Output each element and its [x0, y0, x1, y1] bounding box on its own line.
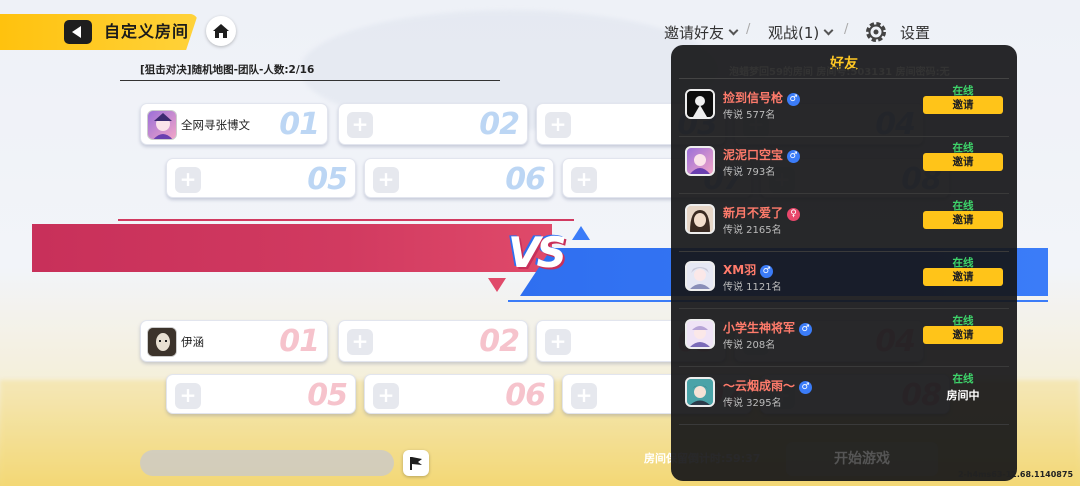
- add-icon: +: [373, 167, 399, 193]
- friend-rank: 传说 1121名: [723, 282, 782, 293]
- triangle-decoration: [488, 278, 506, 292]
- flag-button[interactable]: [403, 450, 429, 476]
- blue-slot-02[interactable]: + 02: [338, 103, 528, 145]
- home-icon: [213, 24, 229, 38]
- friend-rank: 传说 3295名: [723, 398, 782, 409]
- slot-number: 05: [307, 162, 348, 197]
- triangle-decoration: [572, 226, 590, 240]
- avatar: [685, 377, 715, 407]
- slot-number: 01: [279, 107, 320, 142]
- friend-row: 泥泥口空宝 ♂ 传说 793名 在线 邀请: [679, 137, 1009, 194]
- add-icon: +: [571, 167, 597, 193]
- friend-name: 小学生神将军 ♂: [723, 319, 813, 336]
- friend-name: 捡到信号枪 ♂: [723, 89, 801, 106]
- friend-row: XM羽 ♂ 传说 1121名 在线 邀请: [679, 252, 1009, 309]
- invite-button[interactable]: 邀请: [923, 96, 1003, 114]
- add-icon: +: [347, 112, 373, 138]
- invite-button[interactable]: 邀请: [923, 211, 1003, 229]
- in-room-status: 房间中: [946, 389, 980, 402]
- chevron-down-icon: [728, 25, 739, 35]
- male-icon: ♂: [787, 93, 801, 106]
- friend-name: ～云烟成雨～ ♂: [723, 377, 813, 394]
- add-icon: +: [545, 112, 571, 138]
- male-icon: ♂: [760, 265, 774, 278]
- flag-icon: [410, 457, 422, 470]
- friend-rank: 传说 793名: [723, 167, 776, 178]
- friend-name: 泥泥口空宝 ♂: [723, 146, 801, 163]
- red-team-band: [32, 224, 552, 272]
- male-icon: ♂: [787, 150, 801, 163]
- vs-label: VS: [508, 228, 567, 277]
- red-slot-02[interactable]: + 02: [338, 320, 528, 362]
- spectate-menu[interactable]: 观战(1): [768, 20, 834, 44]
- blue-slot-01[interactable]: 全网寻张博文 01: [140, 103, 328, 145]
- friend-name: XM羽 ♂: [723, 261, 774, 278]
- male-icon: ♂: [799, 323, 813, 336]
- room-info: [狙击对决]随机地图-团队-人数:2/16: [140, 64, 315, 76]
- blue-slot-06[interactable]: + 06: [364, 158, 554, 198]
- add-icon: +: [373, 383, 399, 409]
- avatar: [147, 327, 177, 357]
- invite-friends-label: 邀请好友: [664, 23, 725, 42]
- page-title: 自定义房间: [104, 22, 190, 41]
- slot-number: 05: [307, 378, 348, 413]
- blue-slot-05[interactable]: + 05: [166, 158, 356, 198]
- friend-row: 新月不爱了 ♀ 传说 2165名 在线 邀请: [679, 195, 1009, 252]
- divider: /: [844, 22, 849, 37]
- gear-icon: [866, 22, 886, 42]
- friend-name: 新月不爱了 ♀: [723, 204, 801, 221]
- friend-row: 捡到信号枪 ♂ 传说 577名 在线 邀请: [679, 80, 1009, 137]
- avatar: [685, 261, 715, 291]
- red-slot-05[interactable]: + 05: [166, 374, 356, 414]
- online-status: 在线: [952, 373, 974, 385]
- red-slot-01[interactable]: 伊涵 01: [140, 320, 328, 362]
- settings-label[interactable]: 设置: [900, 20, 930, 44]
- back-button[interactable]: [64, 20, 92, 44]
- divider: [120, 80, 500, 81]
- friend-rank: 传说 208名: [723, 340, 776, 351]
- divider: /: [746, 22, 751, 37]
- add-icon: +: [545, 329, 571, 355]
- slot-number: 06: [505, 162, 546, 197]
- slot-number: 01: [279, 324, 320, 359]
- add-icon: +: [571, 383, 597, 409]
- friend-rank: 传说 577名: [723, 110, 776, 121]
- female-icon: ♀: [787, 208, 801, 221]
- add-icon: +: [347, 329, 373, 355]
- team-divider: [118, 219, 574, 221]
- add-icon: +: [175, 167, 201, 193]
- settings-button[interactable]: [864, 20, 888, 44]
- friends-panel: 好友 泡蜡梦回59的房间 房间号:503131 房间密码:无 捡到信号枪 ♂ 传说…: [671, 45, 1017, 481]
- friend-rank: 传说 2165名: [723, 225, 782, 236]
- slot-number: 06: [505, 378, 546, 413]
- friend-row: 小学生神将军 ♂ 传说 208名 在线 邀请: [679, 310, 1009, 367]
- slot-number: 02: [479, 324, 520, 359]
- invite-button[interactable]: 邀请: [923, 153, 1003, 171]
- avatar: [147, 110, 177, 140]
- version-label: 2-h4ms63-12.68.1140875: [958, 470, 1074, 479]
- chat-input[interactable]: [140, 450, 394, 476]
- friend-row: ～云烟成雨～ ♂ 传说 3295名 在线 房间中: [679, 368, 1009, 425]
- home-button[interactable]: [206, 16, 236, 46]
- avatar: [685, 319, 715, 349]
- slot-number: 02: [479, 107, 520, 142]
- avatar: [685, 204, 715, 234]
- spectate-label: 观战(1): [768, 23, 820, 42]
- invite-friends-menu[interactable]: 邀请好友: [664, 20, 739, 44]
- invite-button[interactable]: 邀请: [923, 326, 1003, 344]
- start-game-button[interactable]: 开始游戏: [786, 442, 938, 476]
- add-icon: +: [175, 383, 201, 409]
- player-name: 全网寻张博文: [181, 118, 250, 132]
- room-subtitle: 泡蜡梦回59的房间 房间号:503131 房间密码:无: [729, 67, 950, 78]
- player-name: 伊涵: [181, 335, 204, 349]
- chevron-down-icon: [823, 25, 834, 35]
- red-slot-06[interactable]: + 06: [364, 374, 554, 414]
- avatar: [685, 89, 715, 119]
- divider: [679, 78, 1009, 79]
- avatar: [685, 146, 715, 176]
- invite-button[interactable]: 邀请: [923, 268, 1003, 286]
- male-icon: ♂: [799, 381, 813, 394]
